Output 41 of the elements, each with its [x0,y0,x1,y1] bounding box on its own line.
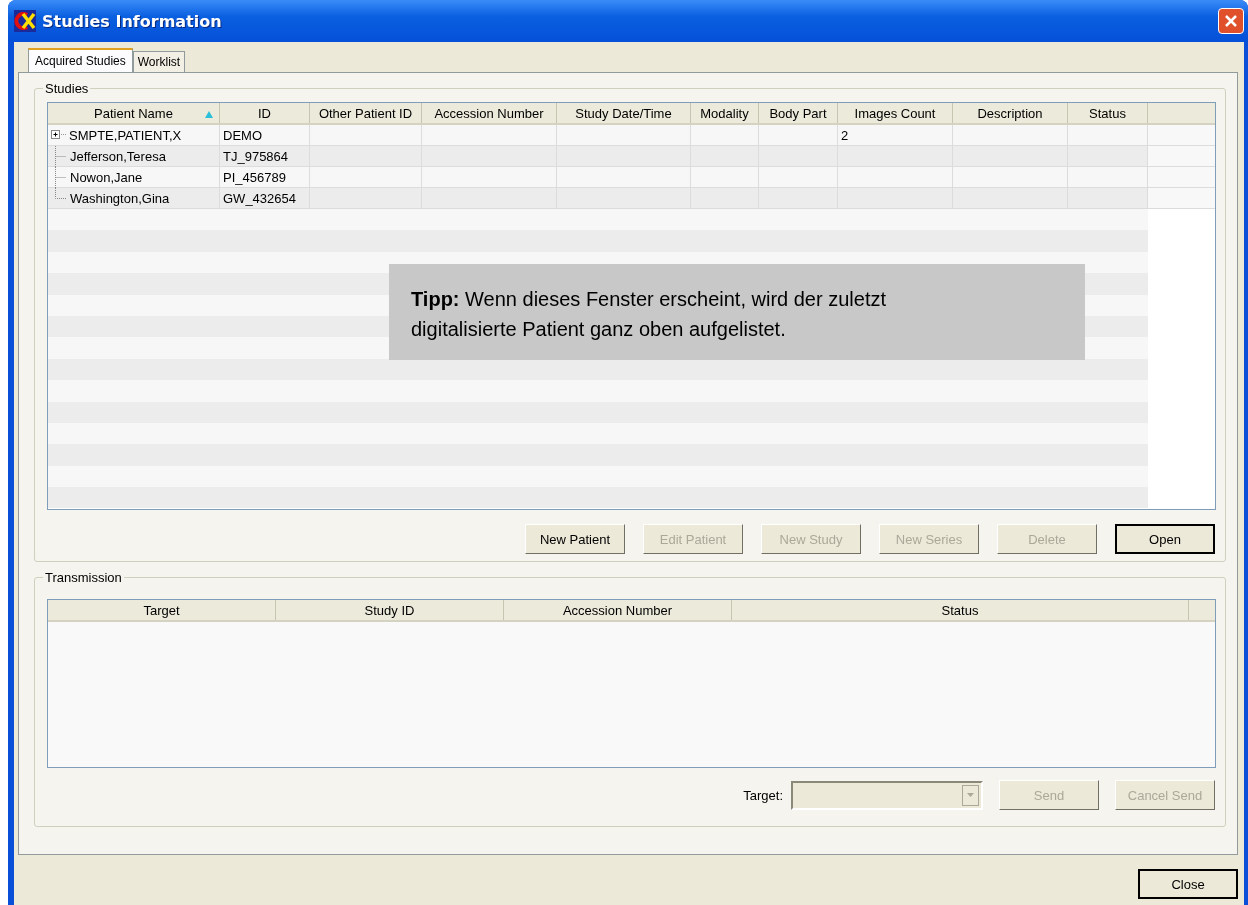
app-logo-icon [14,10,36,32]
column-header[interactable]: Modality [691,103,759,123]
group-title: Transmission [43,570,124,585]
table-cell: PI_456789 [223,169,286,185]
tip-box: Tipp: Wenn dieses Fenster erscheint, wird der zuletzt digitalisierte Patient ganz oben aufgelistet. [389,264,1085,360]
column-header[interactable]: Status [732,600,1189,620]
table-cell: Jefferson,Teresa [70,148,166,164]
table-cell: TJ_975864 [223,148,289,164]
table-cell: 2 [841,127,849,143]
column-header[interactable]: Accession Number [422,103,557,123]
action-button[interactable]: New Patient [525,524,625,554]
column-header[interactable]: Study ID [276,600,504,620]
table-cell: DEMO [223,127,262,143]
column-header[interactable]: Status [1068,103,1148,123]
table-row[interactable]: SMPTE,PATIENT,X DEMO 2 [48,125,1215,146]
table-cell: SMPTE,PATIENT,X [69,127,182,143]
column-header[interactable]: Accession Number [504,600,732,620]
expand-icon[interactable] [51,129,67,141]
table-cell: GW_432654 [223,190,296,206]
column-header[interactable]: Other Patient ID [310,103,422,123]
sort-ascending-icon [205,111,213,118]
column-header[interactable]: Description [953,103,1068,123]
target-label: Target: [743,787,783,803]
tab[interactable]: Worklist [132,51,186,72]
table-cell: Nowon,Jane [70,169,143,185]
table-row[interactable]: Nowon,Jane PI_456789 [48,167,1215,188]
column-header[interactable]: Images Count [838,103,953,123]
column-header[interactable]: Study Date/Time [557,103,691,123]
column-header[interactable]: ID [220,103,310,123]
column-header[interactable]: Body Part [759,103,838,123]
column-header[interactable]: Target [48,600,276,620]
close-icon[interactable] [1218,8,1244,34]
action-button[interactable]: Open [1115,524,1215,554]
table-cell: Washington,Gina [70,190,170,206]
table-row[interactable]: Jefferson,Teresa TJ_975864 [48,146,1215,167]
table-row[interactable]: Washington,Gina GW_432654 [48,188,1215,209]
window-title: Studies Information [42,11,223,31]
close-button[interactable]: Close [1138,869,1238,899]
group-title: Studies [43,81,91,96]
column-header[interactable]: Patient Name [48,103,220,123]
tab[interactable]: Acquired Studies [28,48,133,72]
